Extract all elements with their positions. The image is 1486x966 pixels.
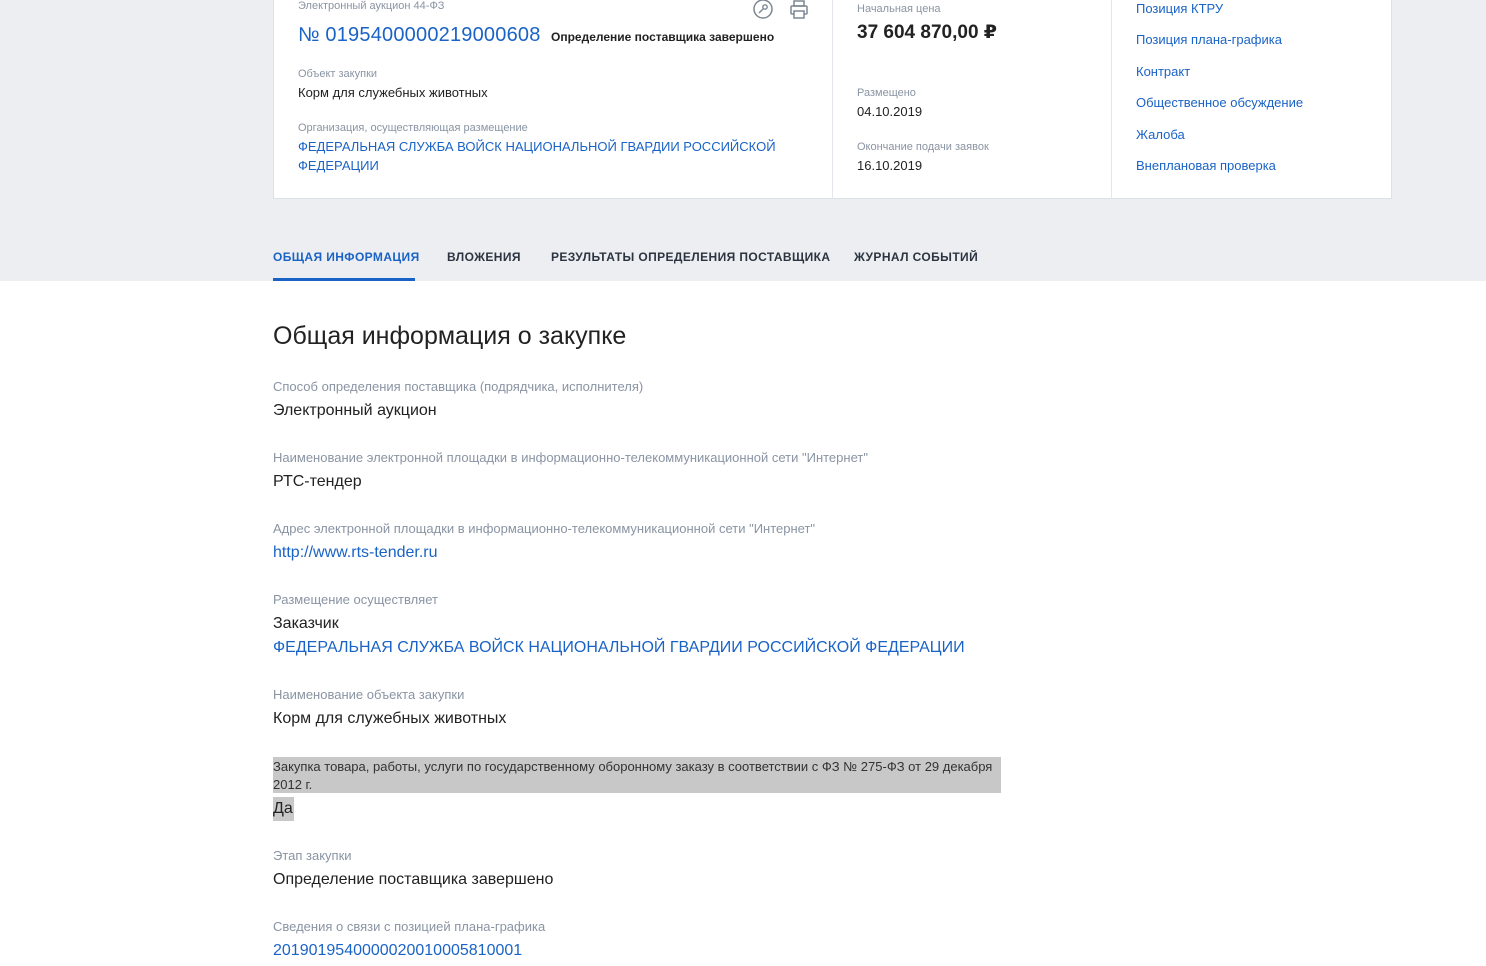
stage-value: Определение поставщика завершено	[273, 871, 554, 888]
defense-order-value: Да	[273, 800, 293, 817]
platform-address-link[interactable]: http://www.rts-tender.ru	[273, 544, 438, 562]
method-label: Способ определения поставщика (подрядчик…	[273, 379, 644, 394]
link-contract[interactable]: Контракт	[1136, 64, 1190, 79]
registry-number-link[interactable]: № 0195400000219000608	[298, 24, 541, 47]
link-unscheduled-inspection[interactable]: Внеплановая проверка	[1136, 158, 1276, 173]
plan-position-link[interactable]: 201901954000002001000581000​1	[273, 942, 522, 960]
deadline-label: Окончание подачи заявок	[857, 141, 989, 153]
organization-label: Организация, осуществляющая размещение	[298, 122, 528, 134]
placement-label: Размещение осуществляет	[273, 592, 438, 607]
active-tab-indicator	[273, 278, 415, 281]
initial-price: 37 604 870,00 ₽	[857, 22, 998, 43]
link-plan-position[interactable]: Позиция плана-графика	[1136, 32, 1282, 47]
posted-label: Размещено	[857, 87, 916, 99]
placement-role: Заказчик	[273, 615, 339, 632]
posted-date: 04.10.2019	[857, 104, 923, 119]
procedure-type: Электронный аукцион 44-ФЗ	[298, 0, 445, 12]
column-divider	[832, 0, 833, 199]
tab-attachments[interactable]: ВЛОЖЕНИЯ	[447, 250, 521, 264]
object-value: Корм для служебных животных	[298, 85, 488, 100]
link-public-discussion[interactable]: Общественное обсуждение	[1136, 95, 1303, 110]
platform-address-label: Адрес электронной площадки в информацион…	[273, 521, 816, 536]
procurement-status: Определение поставщика завершено	[551, 30, 775, 44]
organization-link-line1[interactable]: ФЕДЕРАЛЬНАЯ СЛУЖБА ВОЙСК НАЦИОНАЛЬНОЙ ГВ…	[298, 139, 776, 154]
organization-link-line2[interactable]: ФЕДЕРАЦИИ	[298, 158, 379, 173]
object-name-label: Наименование объекта закупки	[273, 687, 465, 702]
platform-name-value: РТС-тендер	[273, 473, 362, 490]
object-label: Объект закупки	[298, 68, 378, 80]
defense-order-label: Закупка товара, работы, услуги по госуда…	[273, 759, 993, 792]
placement-organization-link[interactable]: ФЕДЕРАЛЬНАЯ СЛУЖБА ВОЙСК НАЦИОНАЛЬНОЙ ГВ…	[273, 639, 965, 657]
link-complaint[interactable]: Жалоба	[1136, 127, 1185, 142]
print-icon[interactable]	[788, 0, 810, 22]
section-title: Общая информация о закупке	[273, 322, 627, 350]
method-value: Электронный аукцион	[273, 402, 437, 419]
key-icon[interactable]	[752, 0, 774, 22]
stage-label: Этап закупки	[273, 848, 352, 863]
deadline-date: 16.10.2019	[857, 158, 923, 173]
object-name-value: Корм для служебных животных	[273, 710, 507, 727]
plan-link-label: Сведения о связи с позицией плана-график…	[273, 919, 546, 934]
price-label: Начальная цена	[857, 3, 941, 15]
tab-general-info[interactable]: ОБЩАЯ ИНФОРМАЦИЯ	[273, 250, 420, 264]
link-ktru-position[interactable]: Позиция КТРУ	[1136, 1, 1223, 16]
tab-event-log[interactable]: ЖУРНАЛ СОБЫТИЙ	[854, 250, 978, 264]
column-divider	[1111, 0, 1112, 199]
platform-name-label: Наименование электронной площадки в инфо…	[273, 450, 868, 465]
tab-supplier-results[interactable]: РЕЗУЛЬТАТЫ ОПРЕДЕЛЕНИЯ ПОСТАВЩИКА	[551, 250, 830, 264]
